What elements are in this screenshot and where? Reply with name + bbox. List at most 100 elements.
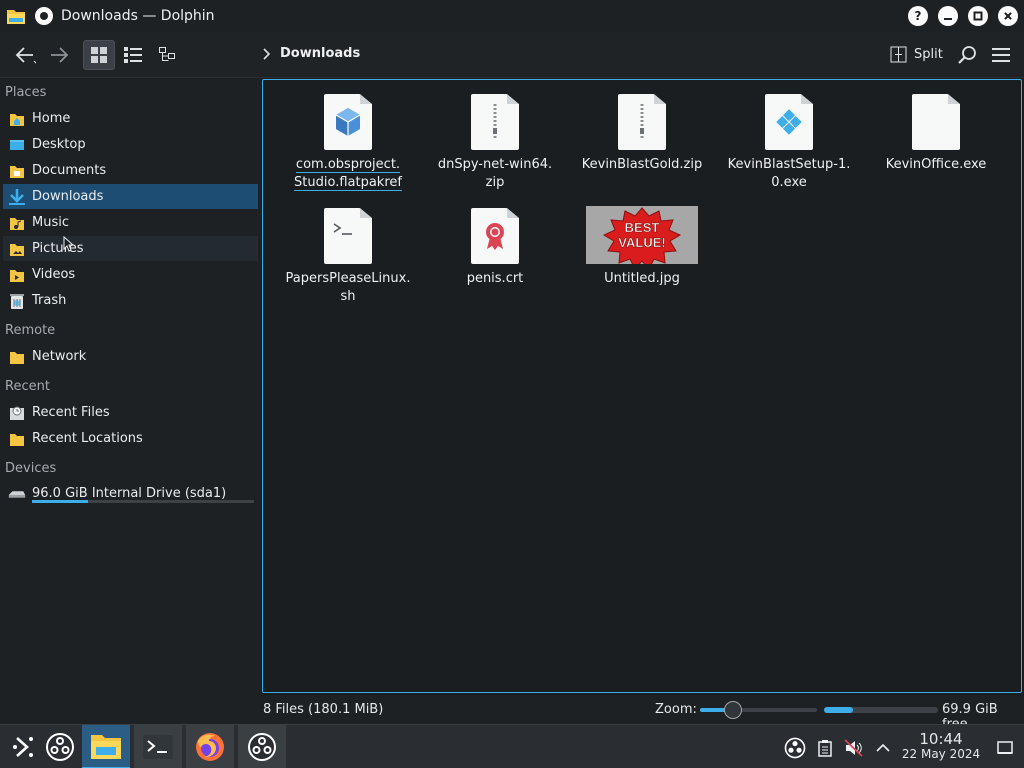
arrow-left-icon — [15, 47, 36, 64]
status-bar: 8 Files (180.1 MiB) Zoom: 69.9 GiB free — [0, 696, 1024, 732]
section-title-recent: Recent — [5, 379, 50, 394]
compact-view-button[interactable] — [117, 40, 149, 70]
forward-button[interactable] — [44, 40, 74, 70]
sidebar-item-label: Videos — [32, 267, 76, 282]
split-view-icon — [890, 46, 907, 63]
music-folder-icon — [8, 214, 26, 232]
sidebar-item-recent-files[interactable]: Recent Files — [3, 400, 258, 425]
breadcrumb[interactable]: Downloads — [262, 46, 360, 61]
desktop-icon — [8, 136, 26, 154]
maximize-button[interactable] — [968, 6, 988, 26]
mouse-cursor-icon — [63, 236, 75, 252]
file-item[interactable]: dnSpy-net-win64. zip — [425, 94, 565, 192]
zip-archive-icon — [617, 94, 667, 150]
close-button[interactable] — [998, 6, 1018, 26]
taskbar-dolphin[interactable] — [82, 725, 130, 768]
details-view-button[interactable] — [151, 40, 183, 70]
tray-obs[interactable] — [784, 737, 806, 759]
list-icon — [124, 47, 142, 63]
sidebar-item-pictures[interactable]: Pictures — [3, 236, 258, 261]
sidebar-item-label: Home — [32, 111, 71, 126]
back-button[interactable] — [10, 40, 40, 70]
videos-folder-icon — [8, 266, 26, 284]
dolphin-folder-icon[interactable] — [5, 5, 27, 27]
drive-icon — [8, 485, 26, 503]
split-label: Split — [914, 47, 943, 62]
tray-expand[interactable] — [872, 737, 894, 759]
sidebar-item-label: 96.0 GiB Internal Drive (sda1) — [32, 486, 227, 501]
tray-clipboard[interactable] — [814, 737, 836, 759]
drive-usage-bar — [32, 500, 254, 503]
file-name: dnSpy-net-win64. zip — [437, 157, 553, 190]
clipboard-icon — [818, 740, 832, 757]
chevron-up-icon — [876, 743, 890, 752]
terminal-icon — [143, 735, 173, 759]
taskbar-obs-studio-window[interactable] — [238, 725, 286, 768]
taskbar-obs-studio[interactable] — [36, 725, 84, 768]
sidebar-item-music[interactable]: Music — [3, 210, 258, 235]
clock-time: 10:44 — [919, 730, 963, 748]
sidebar-item-label: Downloads — [32, 189, 104, 204]
obs-icon — [248, 733, 276, 761]
hamburger-menu-button[interactable] — [988, 40, 1014, 70]
file-view[interactable]: com.obsproject. Studio.flatpakref dnSpy-… — [262, 79, 1022, 693]
sidebar-item-videos[interactable]: Videos — [3, 262, 258, 287]
places-panel: Places Home Desktop Documents Downloads … — [0, 79, 261, 696]
minimize-button[interactable] — [938, 6, 958, 26]
help-button[interactable]: ? — [908, 6, 928, 26]
file-item[interactable]: PapersPleaseLinux. sh — [278, 208, 418, 306]
file-item[interactable]: KevinBlastSetup-1. 0.exe — [719, 94, 859, 192]
sidebar-item-label: Desktop — [32, 137, 86, 152]
search-icon — [958, 46, 976, 64]
sidebar-item-documents[interactable]: Documents — [3, 158, 258, 183]
show-desktop-button[interactable] — [994, 737, 1016, 759]
file-count-label: 8 Files (180.1 MiB) — [263, 702, 384, 717]
tray-volume[interactable] — [843, 737, 865, 759]
sidebar-item-label: Documents — [32, 163, 107, 178]
recent-files-icon — [8, 404, 26, 422]
firefox-icon — [196, 733, 224, 761]
download-icon — [8, 188, 26, 206]
icons-view-button[interactable] — [83, 40, 115, 70]
breadcrumb-current[interactable]: Downloads — [280, 46, 360, 61]
zoom-slider[interactable] — [700, 701, 817, 719]
clock[interactable]: 10:44 22 May 2024 — [898, 732, 984, 762]
drive-usage-fill — [32, 500, 88, 503]
taskbar: 10:44 22 May 2024 — [0, 724, 1024, 768]
search-button[interactable] — [954, 40, 980, 70]
volume-muted-icon — [844, 739, 863, 757]
network-folder-icon — [8, 348, 26, 366]
arrow-right-icon — [51, 47, 69, 63]
file-item[interactable]: BEST VALUE! Untitled.jpg — [572, 206, 712, 288]
recent-locations-icon — [8, 430, 26, 448]
sidebar-item-recent-locations[interactable]: Recent Locations — [3, 426, 258, 451]
file-name: penis.crt — [466, 271, 524, 286]
keep-above-icon[interactable] — [35, 7, 53, 25]
zip-archive-icon — [470, 94, 520, 150]
thumb-text-value: VALUE! — [618, 235, 665, 250]
obs-icon — [46, 733, 74, 761]
thumb-text-best: BEST — [625, 220, 660, 235]
dolphin-folder-icon — [91, 735, 121, 759]
documents-folder-icon — [8, 162, 26, 180]
sidebar-item-label: Recent Files — [32, 405, 110, 420]
sidebar-item-label: Recent Locations — [32, 431, 143, 446]
sidebar-item-downloads[interactable]: Downloads — [3, 184, 258, 209]
file-item[interactable]: KevinOffice.exe — [866, 94, 1006, 174]
file-item[interactable]: KevinBlastGold.zip — [572, 94, 712, 174]
sidebar-item-desktop[interactable]: Desktop — [3, 132, 258, 157]
sidebar-item-home[interactable]: Home — [3, 106, 258, 131]
file-item[interactable]: penis.crt — [425, 208, 565, 288]
pictures-folder-icon — [8, 240, 26, 258]
tree-icon — [159, 47, 175, 61]
taskbar-konsole[interactable] — [134, 725, 182, 768]
windows-executable-icon — [764, 94, 814, 150]
steamos-launcher-icon — [13, 737, 33, 757]
zoom-slider-handle[interactable] — [723, 701, 742, 719]
sidebar-item-trash[interactable]: Trash — [3, 288, 258, 313]
split-button[interactable]: Split — [890, 46, 943, 63]
file-item[interactable]: com.obsproject. Studio.flatpakref — [278, 94, 418, 192]
show-desktop-icon — [997, 741, 1013, 754]
taskbar-firefox[interactable] — [186, 725, 234, 768]
sidebar-item-network[interactable]: Network — [3, 344, 258, 369]
